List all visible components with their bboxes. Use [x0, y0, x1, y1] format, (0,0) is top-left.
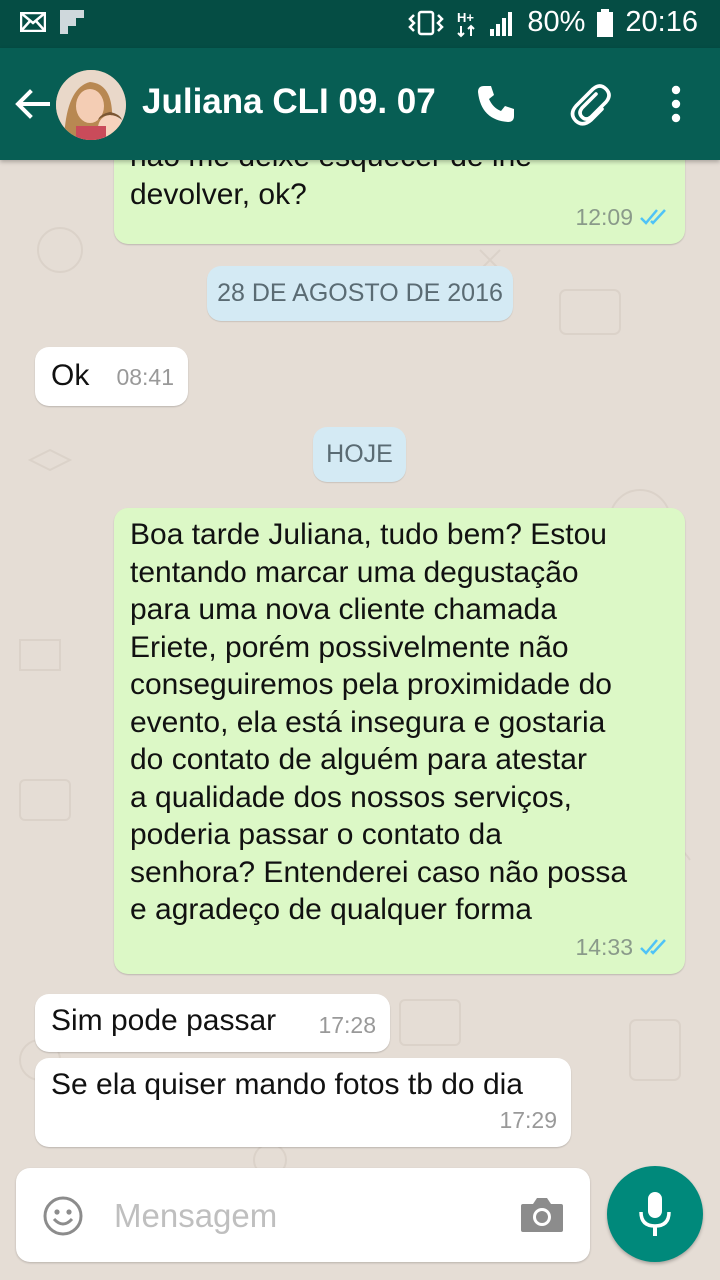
message-input[interactable] [112, 1190, 496, 1242]
battery-percent: 80% [527, 6, 586, 38]
message-meta: 12:09 [575, 199, 671, 237]
mic-button[interactable] [607, 1166, 703, 1262]
mic-icon [639, 1192, 671, 1236]
message-time: 12:09 [575, 203, 633, 230]
message-meta: 14:33 [575, 929, 671, 967]
message-outgoing[interactable]: não me deixe esquecer de lhe devolver, o… [114, 160, 685, 244]
date-divider: HOJE [313, 427, 406, 482]
message-text: não me deixe esquecer de lhe devolver, o… [130, 160, 532, 211]
emoji-icon[interactable] [42, 1195, 84, 1237]
double-check-icon [640, 939, 666, 956]
svg-text:H+: H+ [457, 10, 474, 25]
message-incoming[interactable]: Se ela quiser mando fotos tb do dia 17:2… [35, 1058, 571, 1147]
vibrate-icon [408, 10, 445, 35]
back-arrow-icon[interactable] [12, 84, 52, 124]
message-text: Sim pode passar [51, 1004, 277, 1037]
message-time: 17:29 [499, 1106, 557, 1133]
more-vert-icon[interactable] [652, 80, 700, 128]
paperclip-icon[interactable] [566, 80, 614, 128]
message-incoming[interactable]: Sim pode passar 17:28 [35, 994, 390, 1052]
message-time: 08:41 [116, 363, 174, 390]
phone-icon[interactable] [472, 80, 520, 128]
camera-icon[interactable] [519, 1196, 565, 1234]
message-text: Ok [51, 359, 90, 392]
message-text: Se ela quiser mando fotos tb do dia [51, 1068, 523, 1101]
double-check-icon [640, 209, 666, 226]
battery-icon [597, 8, 614, 37]
date-divider: 28 DE AGOSTO DE 2016 [207, 266, 513, 321]
message-composer [16, 1168, 590, 1262]
message-outgoing[interactable]: Boa tarde Juliana, tudo bem? Estou tenta… [114, 508, 685, 974]
chat-header: Juliana CLI 09. 07 [0, 48, 720, 160]
flipboard-icon [60, 10, 84, 34]
message-time: 17:28 [318, 1011, 376, 1038]
signal-icon [490, 11, 513, 36]
avatar[interactable] [56, 70, 126, 140]
message-time: 14:33 [575, 933, 633, 960]
clock: 20:16 [625, 6, 698, 38]
status-bar: H+ 80% 20:16 [0, 0, 720, 48]
contact-name[interactable]: Juliana CLI 09. 07 [142, 82, 436, 122]
mail-icon [20, 12, 46, 32]
hplus-icon: H+ [457, 10, 476, 37]
message-incoming[interactable]: Ok 08:41 [35, 347, 188, 406]
message-text: Boa tarde Juliana, tudo bem? Estou tenta… [130, 518, 628, 926]
message-list[interactable]: não me deixe esquecer de lhe devolver, o… [0, 160, 720, 1280]
